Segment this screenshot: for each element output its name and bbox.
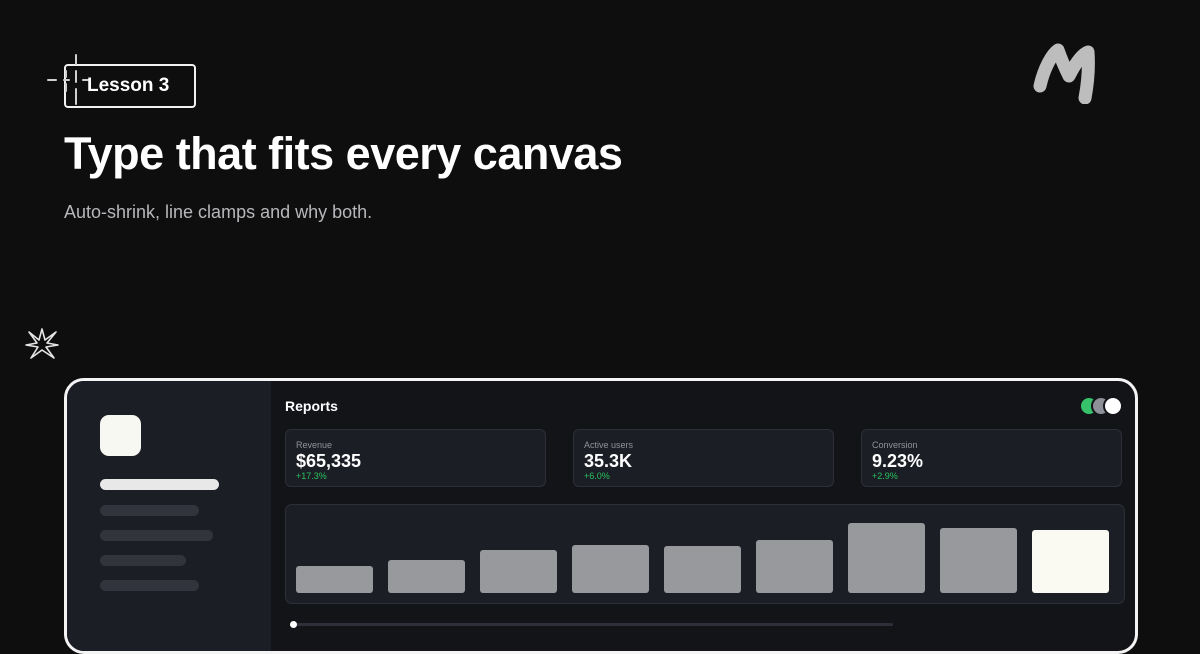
kpi-value: 9.23% — [872, 451, 924, 471]
reports-title: Reports — [285, 398, 338, 414]
bar-chart — [285, 504, 1125, 604]
page-title: Type that fits every canvas — [64, 128, 623, 179]
badge-label: Lesson 3 — [87, 75, 170, 96]
chart-bar[interactable] — [572, 545, 649, 593]
main-panel: Reports Revenue $65,335 +17.3% Active us… — [271, 381, 1135, 651]
chart-bar[interactable] — [388, 560, 465, 593]
chart-bar[interactable] — [756, 540, 833, 593]
chart-bar-highlighted[interactable] — [1032, 530, 1109, 593]
scrollbar-thumb[interactable] — [290, 621, 297, 628]
kpi-card-conversion[interactable]: Conversion 9.23% +2.9% — [861, 429, 1122, 487]
kpi-card-active-users[interactable]: Active users 35.3K +6.0% — [573, 429, 834, 487]
sidebar-item[interactable] — [100, 555, 186, 566]
chart-bar[interactable] — [480, 550, 557, 593]
chart-bar[interactable] — [296, 566, 373, 593]
sidebar-item[interactable] — [100, 580, 199, 591]
kpi-label: Active users — [584, 440, 634, 450]
sidebar-logo — [100, 415, 141, 456]
lesson-badge: Lesson 3 — [47, 54, 196, 108]
sparkle-icon — [47, 54, 90, 105]
sidebar-item-active[interactable] — [100, 479, 219, 490]
chart-bar[interactable] — [940, 528, 1017, 593]
page-subtitle: Auto-shrink, line clamps and why both. — [64, 202, 373, 222]
sidebar-item[interactable] — [100, 530, 213, 541]
sidebar — [67, 381, 271, 651]
kpi-value: $65,335 — [296, 451, 362, 471]
dashboard-preview: Reports Revenue $65,335 +17.3% Active us… — [64, 378, 1138, 654]
chart-bar[interactable] — [848, 523, 925, 593]
brand-logo-icon — [1033, 43, 1095, 104]
kpi-label: Conversion — [872, 440, 918, 450]
kpi-card-revenue[interactable]: Revenue $65,335 +17.3% — [285, 429, 546, 487]
starburst-icon — [25, 328, 59, 359]
avatar-stack[interactable] — [1079, 396, 1127, 416]
kpi-delta: +6.0% — [584, 471, 610, 481]
kpi-delta: +2.9% — [872, 471, 898, 481]
kpi-value: 35.3K — [584, 451, 633, 471]
chart-bar[interactable] — [664, 546, 741, 593]
horizontal-scrollbar[interactable] — [290, 621, 893, 628]
kpi-label: Revenue — [296, 440, 333, 450]
avatar[interactable] — [1103, 396, 1123, 416]
sidebar-item[interactable] — [100, 505, 199, 516]
kpi-delta: +17.3% — [296, 471, 327, 481]
